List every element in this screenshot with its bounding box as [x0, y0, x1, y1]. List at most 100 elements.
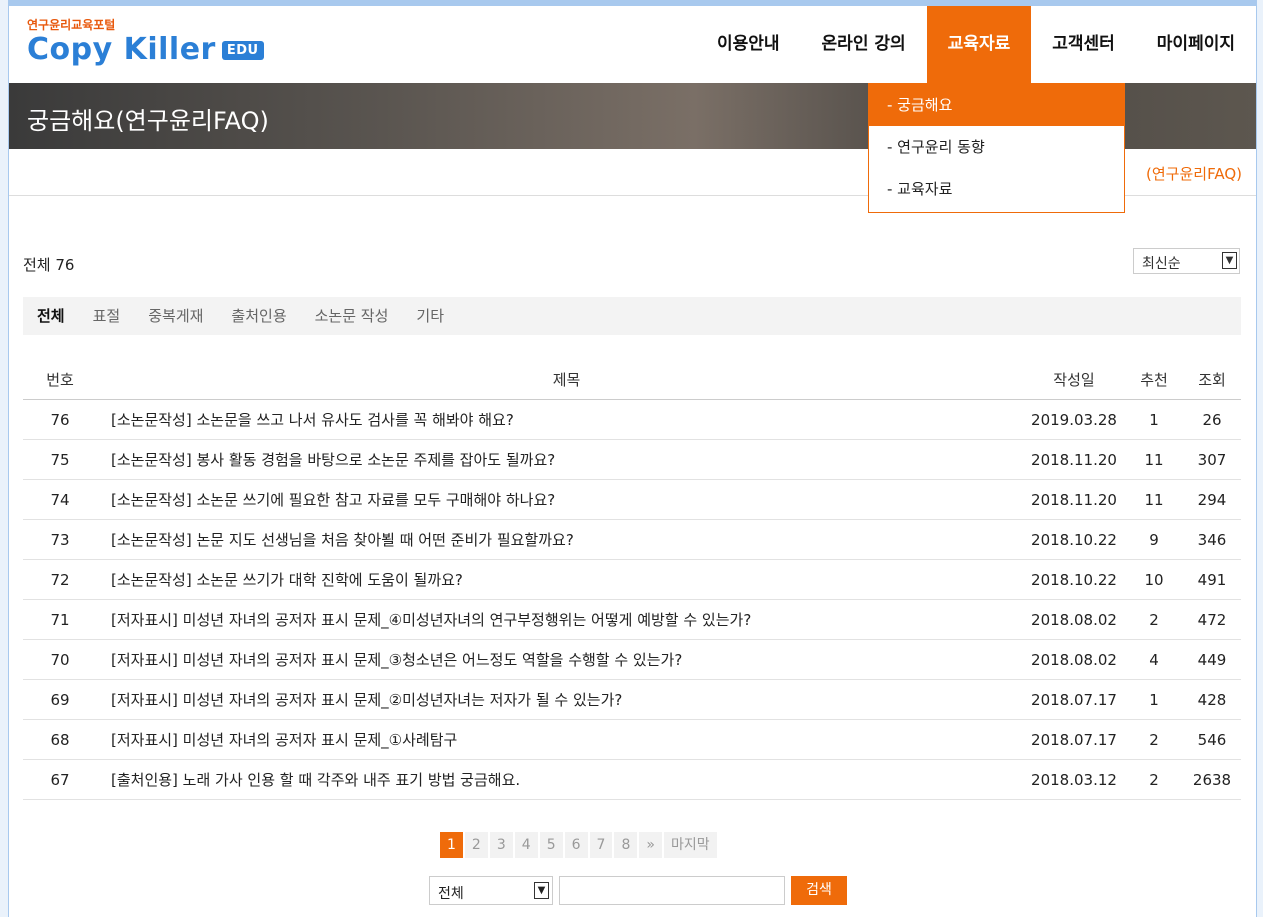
- table-row[interactable]: 70 [저자표시] 미성년 자녀의 공저자 표시 문제_③청소년은 어느정도 역할…: [23, 639, 1241, 680]
- row-views: 307: [1183, 439, 1241, 480]
- row-title-link[interactable]: [소논문작성] 봉사 활동 경험을 바탕으로 소논문 주제를 잡아도 될까요?: [97, 439, 1023, 480]
- tab-citation[interactable]: 출처인용: [217, 297, 300, 335]
- column-header-recommend: 추천: [1125, 359, 1183, 400]
- main-nav: 이용안내 온라인 강의 교육자료 고객센터 마이페이지: [696, 6, 1256, 83]
- row-no: 70: [23, 639, 97, 680]
- row-recommend: 9: [1125, 519, 1183, 560]
- breadcrumb-current: (연구윤리FAQ): [1146, 165, 1242, 183]
- last-page-button[interactable]: 마지막: [663, 832, 717, 858]
- nav-dropdown-menu: - 궁금해요 - 연구윤리 동향 - 교육자료: [868, 83, 1125, 213]
- search-button[interactable]: 검색: [791, 876, 847, 905]
- tab-short-thesis[interactable]: 소논문 작성: [301, 297, 403, 335]
- row-date: 2018.08.02: [1023, 639, 1125, 680]
- site-logo[interactable]: Copy Killer EDU: [27, 32, 264, 67]
- nav-item-guide[interactable]: 이용안내: [696, 6, 801, 83]
- row-recommend: 1: [1125, 399, 1183, 440]
- row-recommend: 4: [1125, 639, 1183, 680]
- row-title-link[interactable]: [소논문작성] 소논문 쓰기에 필요한 참고 자료를 모두 구매해야 하나요?: [97, 479, 1023, 520]
- page-button-1[interactable]: 1: [440, 832, 463, 858]
- sort-select[interactable]: 최신순 ▼: [1133, 248, 1240, 274]
- dropdown-item-faq[interactable]: - 궁금해요: [869, 84, 1124, 126]
- tab-etc[interactable]: 기타: [402, 297, 458, 335]
- page: 연구윤리교육포털 Copy Killer EDU 이용안내 온라인 강의 교육자료…: [8, 0, 1257, 917]
- column-header-views: 조회: [1183, 359, 1241, 400]
- row-title-link[interactable]: [소논문작성] 논문 지도 선생님을 처음 찾아뵐 때 어떤 준비가 필요할까요…: [97, 519, 1023, 560]
- nav-item-customer-center[interactable]: 고객센터: [1031, 6, 1136, 83]
- tab-plagiarism[interactable]: 표절: [79, 297, 135, 335]
- dropdown-item-materials[interactable]: - 교육자료: [869, 168, 1124, 210]
- search-bar: 전체 ▼ 검색: [429, 876, 847, 905]
- tab-duplicate-publication[interactable]: 중복게재: [134, 297, 217, 335]
- row-title-link[interactable]: [저자표시] 미성년 자녀의 공저자 표시 문제_③청소년은 어느정도 역할을 …: [97, 639, 1023, 680]
- row-date: 2019.03.28: [1023, 399, 1125, 440]
- row-views: 472: [1183, 599, 1241, 640]
- next-pages-button[interactable]: »: [639, 832, 662, 858]
- row-recommend: 1: [1125, 679, 1183, 720]
- site-header: 연구윤리교육포털 Copy Killer EDU 이용안내 온라인 강의 교육자료…: [9, 0, 1256, 83]
- row-title-link[interactable]: [소논문작성] 소논문 쓰기가 대학 진학에 도움이 될까요?: [97, 559, 1023, 600]
- page-button-2[interactable]: 2: [464, 832, 488, 858]
- page-button-5[interactable]: 5: [539, 832, 563, 858]
- page-button-4[interactable]: 4: [514, 832, 538, 858]
- dropdown-item-trends[interactable]: - 연구윤리 동향: [869, 126, 1124, 168]
- table-header-row: 번호 제목 작성일 추천 조회: [23, 359, 1241, 400]
- nav-item-online-course[interactable]: 온라인 강의: [801, 6, 927, 83]
- search-scope-value: 전체: [438, 886, 464, 902]
- search-input[interactable]: [559, 876, 785, 905]
- row-no: 71: [23, 599, 97, 640]
- row-views: 428: [1183, 679, 1241, 720]
- sort-select-value: 최신순: [1142, 256, 1181, 272]
- table-row[interactable]: 71 [저자표시] 미성년 자녀의 공저자 표시 문제_④미성년자녀의 연구부정행…: [23, 599, 1241, 640]
- row-no: 73: [23, 519, 97, 560]
- table-row[interactable]: 67 [출처인용] 노래 가사 인용 할 때 각주와 내주 표기 방법 궁금해요.…: [23, 759, 1241, 800]
- chevron-down-icon: ▼: [1222, 252, 1237, 269]
- table-row[interactable]: 73 [소논문작성] 논문 지도 선생님을 처음 찾아뵐 때 어떤 준비가 필요할…: [23, 519, 1241, 560]
- row-no: 68: [23, 719, 97, 760]
- page-button-8[interactable]: 8: [614, 832, 638, 858]
- row-views: 546: [1183, 719, 1241, 760]
- page-button-7[interactable]: 7: [589, 832, 613, 858]
- column-header-no: 번호: [23, 359, 97, 400]
- row-recommend: 2: [1125, 599, 1183, 640]
- table-row[interactable]: 68 [저자표시] 미성년 자녀의 공저자 표시 문제_①사례탐구 2018.07.…: [23, 719, 1241, 760]
- column-header-title: 제목: [97, 359, 1023, 400]
- page-title: 궁금해요(연구윤리FAQ): [27, 107, 269, 135]
- row-date: 2018.08.02: [1023, 599, 1125, 640]
- row-date: 2018.11.20: [1023, 479, 1125, 520]
- category-tabs: 전체 표절 중복게재 출처인용 소논문 작성 기타: [23, 297, 1241, 335]
- row-views: 294: [1183, 479, 1241, 520]
- row-views: 346: [1183, 519, 1241, 560]
- table-row[interactable]: 69 [저자표시] 미성년 자녀의 공저자 표시 문제_②미성년자녀는 저자가 될…: [23, 679, 1241, 720]
- table-row[interactable]: 72 [소논문작성] 소논문 쓰기가 대학 진학에 도움이 될까요? 2018.10…: [23, 559, 1241, 600]
- logo-text: Copy Killer: [27, 32, 216, 67]
- row-views: 2638: [1183, 759, 1241, 800]
- row-date: 2018.11.20: [1023, 439, 1125, 480]
- search-scope-select[interactable]: 전체 ▼: [429, 876, 553, 905]
- nav-item-mypage[interactable]: 마이페이지: [1136, 6, 1256, 83]
- logo-tagline: 연구윤리교육포털: [27, 18, 116, 32]
- tab-all[interactable]: 전체: [23, 297, 79, 335]
- row-title-link[interactable]: [저자표시] 미성년 자녀의 공저자 표시 문제_④미성년자녀의 연구부정행위는…: [97, 599, 1023, 640]
- nav-item-education-materials[interactable]: 교육자료: [926, 6, 1032, 83]
- row-date: 2018.10.22: [1023, 559, 1125, 600]
- page-button-6[interactable]: 6: [564, 832, 588, 858]
- row-recommend: 11: [1125, 439, 1183, 480]
- table-row[interactable]: 75 [소논문작성] 봉사 활동 경험을 바탕으로 소논문 주제를 잡아도 될까요…: [23, 439, 1241, 480]
- row-title-link[interactable]: [저자표시] 미성년 자녀의 공저자 표시 문제_①사례탐구: [97, 719, 1023, 760]
- row-no: 75: [23, 439, 97, 480]
- table-row[interactable]: 74 [소논문작성] 소논문 쓰기에 필요한 참고 자료를 모두 구매해야 하나요…: [23, 479, 1241, 520]
- row-date: 2018.03.12: [1023, 759, 1125, 800]
- table-row[interactable]: 76 [소논문작성] 소논문을 쓰고 나서 유사도 검사를 꼭 해봐야 해요? 20…: [23, 399, 1241, 440]
- row-recommend: 10: [1125, 559, 1183, 600]
- row-title-link[interactable]: [저자표시] 미성년 자녀의 공저자 표시 문제_②미성년자녀는 저자가 될 수…: [97, 679, 1023, 720]
- row-date: 2018.07.17: [1023, 679, 1125, 720]
- row-date: 2018.07.17: [1023, 719, 1125, 760]
- page-button-3[interactable]: 3: [489, 832, 513, 858]
- row-recommend: 2: [1125, 759, 1183, 800]
- row-date: 2018.10.22: [1023, 519, 1125, 560]
- row-recommend: 11: [1125, 479, 1183, 520]
- chevron-down-icon: ▼: [534, 882, 549, 899]
- row-no: 67: [23, 759, 97, 800]
- row-title-link[interactable]: [소논문작성] 소논문을 쓰고 나서 유사도 검사를 꼭 해봐야 해요?: [97, 399, 1023, 440]
- row-title-link[interactable]: [출처인용] 노래 가사 인용 할 때 각주와 내주 표기 방법 궁금해요.: [97, 759, 1023, 800]
